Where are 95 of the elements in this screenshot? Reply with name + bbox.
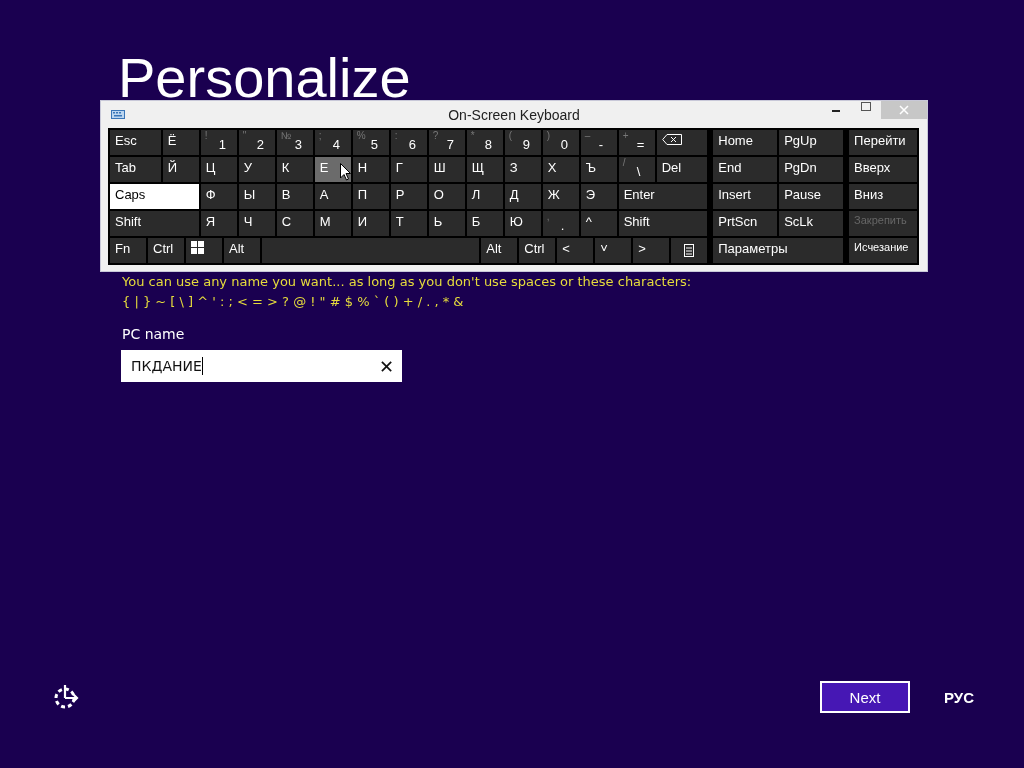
key[interactable]: Shift	[110, 211, 199, 236]
key[interactable]: <	[557, 238, 594, 263]
key[interactable]: Л	[466, 184, 503, 209]
key[interactable]: ) 0	[542, 130, 579, 155]
key[interactable]: – -	[580, 130, 617, 155]
key[interactable]: Й	[162, 157, 199, 182]
key[interactable]: % 5	[352, 130, 389, 155]
key[interactable]: * 8	[466, 130, 503, 155]
key[interactable]: Д	[504, 184, 541, 209]
key[interactable]: Ф	[200, 184, 237, 209]
key[interactable]: В	[276, 184, 313, 209]
key[interactable]: Ч	[238, 211, 275, 236]
key[interactable]: К	[276, 157, 313, 182]
key[interactable]: Х	[542, 157, 579, 182]
key[interactable]: ScLk	[779, 211, 844, 236]
accessibility-icon[interactable]	[52, 683, 80, 711]
field-label: PC name	[122, 326, 185, 342]
key[interactable]: А	[314, 184, 351, 209]
key[interactable]: Ш	[428, 157, 465, 182]
key[interactable]: Home	[713, 130, 778, 155]
key[interactable]: Р	[390, 184, 427, 209]
key[interactable]: ˅	[595, 238, 632, 263]
key[interactable]: Ё	[162, 130, 199, 155]
key[interactable]: " 2	[238, 130, 275, 155]
key[interactable]: Insert	[713, 184, 778, 209]
menu-key[interactable]	[671, 238, 708, 263]
keyboard-icon	[111, 110, 125, 119]
key[interactable]: ! 1	[200, 130, 237, 155]
key[interactable]: Перейти	[849, 130, 917, 155]
key[interactable]: Ъ	[580, 157, 617, 182]
key[interactable]: З	[504, 157, 541, 182]
key[interactable]: Н	[352, 157, 389, 182]
pc-name-field[interactable]: ПКДАНИЕ ✕	[121, 350, 402, 382]
key[interactable]: П	[352, 184, 389, 209]
key[interactable]: Esc	[110, 130, 161, 155]
key[interactable]: Вверх	[849, 157, 917, 182]
key[interactable]: Э	[580, 184, 617, 209]
key[interactable]: : 6	[390, 130, 427, 155]
key[interactable]: PgDn	[779, 157, 844, 182]
key[interactable]: , .	[542, 211, 579, 236]
key[interactable]: Вниз	[849, 184, 917, 209]
key[interactable]: Fn	[110, 238, 146, 263]
key[interactable]: Pause	[779, 184, 844, 209]
key[interactable]: Shift	[618, 211, 708, 236]
key[interactable]: № 3	[276, 130, 313, 155]
key[interactable]: PrtScn	[713, 211, 778, 236]
menu-icon	[684, 244, 695, 257]
key[interactable]: Параметры	[713, 238, 844, 263]
key[interactable]: Ctrl	[148, 238, 184, 263]
key[interactable]: ( 9	[504, 130, 541, 155]
key[interactable]: PgUp	[779, 130, 844, 155]
next-button[interactable]: Next	[820, 681, 910, 713]
key[interactable]: У	[238, 157, 275, 182]
key[interactable]: ? 7	[428, 130, 465, 155]
key[interactable]: ; 4	[314, 130, 351, 155]
mouse-cursor-icon	[340, 163, 351, 181]
language-indicator[interactable]: РУС	[944, 688, 974, 706]
key[interactable]: Alt	[224, 238, 260, 263]
key[interactable]: Ctrl	[519, 238, 556, 263]
key[interactable]: Enter	[618, 184, 708, 209]
backspace-icon	[661, 134, 682, 145]
key[interactable]: О	[428, 184, 465, 209]
page-title: Personalize	[118, 46, 411, 110]
key[interactable]: Alt	[481, 238, 518, 263]
key[interactable]: End	[713, 157, 778, 182]
key[interactable]: Т	[390, 211, 427, 236]
key[interactable]: Ж	[542, 184, 579, 209]
key[interactable]: Г	[390, 157, 427, 182]
key[interactable]: Ц	[200, 157, 237, 182]
key[interactable]: >	[633, 238, 670, 263]
key[interactable]: Del	[656, 157, 708, 182]
key: Закрепить	[849, 211, 917, 236]
key[interactable]: И	[352, 211, 389, 236]
window-title: On-Screen Keyboard	[448, 107, 580, 123]
key[interactable]: М	[314, 211, 351, 236]
key[interactable]: С	[276, 211, 313, 236]
forbidden-characters: { | } ~ [ \ ] ^ ' : ; < = > ? @ ! " # $ % ` ( ) + / . , * &	[121, 293, 464, 311]
key[interactable]: Ю	[504, 211, 541, 236]
clear-button[interactable]: ✕	[378, 355, 394, 377]
key[interactable]: Ы	[238, 184, 275, 209]
key[interactable]: Исчезание	[849, 238, 917, 263]
backspace-key[interactable]	[656, 130, 708, 155]
key[interactable]: Tab	[110, 157, 161, 182]
key[interactable]: / \	[618, 157, 655, 182]
key[interactable]: ^	[580, 211, 617, 236]
key[interactable]: + =	[618, 130, 655, 155]
key[interactable]: Щ	[466, 157, 503, 182]
key[interactable]: Caps	[110, 184, 199, 209]
windows-logo-icon	[191, 241, 204, 254]
key[interactable]: Б	[466, 211, 503, 236]
key[interactable]: Я	[200, 211, 237, 236]
key[interactable]: Ь	[428, 211, 465, 236]
windows-key[interactable]	[186, 238, 222, 263]
field-value: ПКДАНИЕ	[131, 358, 202, 374]
hint-text: You can use any name you want... as long as you don't use spaces or these characters:	[121, 273, 692, 291]
